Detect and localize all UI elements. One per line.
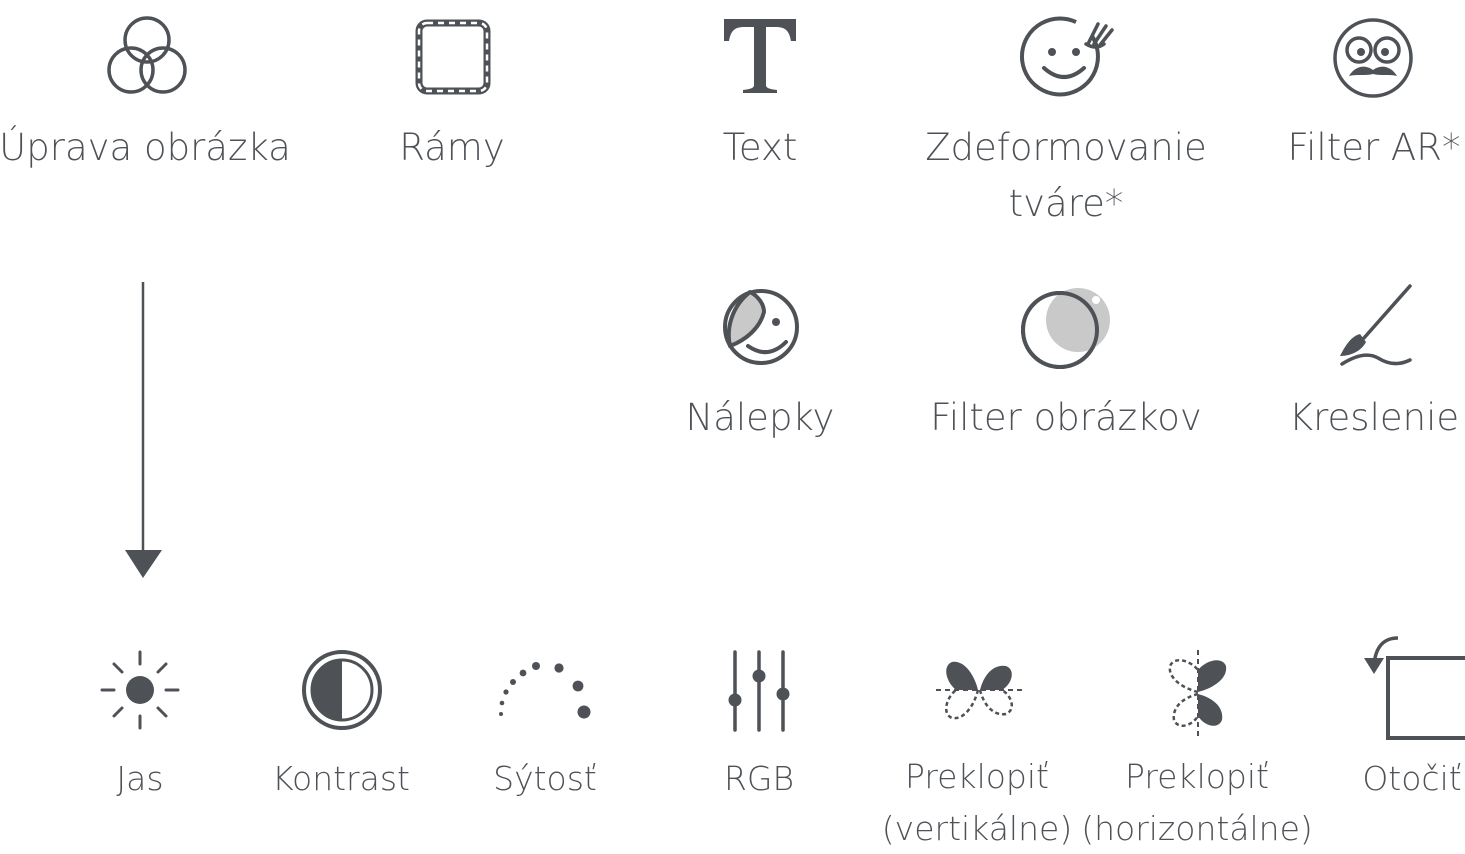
saturation-icon xyxy=(492,656,592,724)
color-circles-icon xyxy=(102,14,192,100)
frame-icon xyxy=(415,19,491,95)
flip-horizontal-label-line1: Preklopiť xyxy=(1125,757,1269,796)
contrast-label: Kontrast xyxy=(272,759,410,798)
face-warp-label-line1: Zdeformovanie xyxy=(925,126,1207,169)
saturation-label: Sýtosť xyxy=(493,759,597,798)
sun-icon xyxy=(98,648,182,732)
text-icon xyxy=(722,17,798,95)
stickers-label: Nálepky xyxy=(685,396,835,439)
flip-vertical-label-line1: Preklopiť xyxy=(905,757,1049,796)
ar-filter-label: Filter AR* xyxy=(1287,126,1461,169)
flip-horizontal-label-line2: (horizontálne) xyxy=(1081,809,1313,848)
rgb-label: RGB xyxy=(723,759,795,798)
sticker-icon xyxy=(720,286,802,368)
face-warp-label-line2: tváre* xyxy=(1008,182,1124,225)
flip-vertical-label-line2: (vertikálne) xyxy=(881,809,1073,848)
brightness-label: Jas xyxy=(116,759,164,798)
rotate-label: Otočiť xyxy=(1362,759,1462,798)
ar-filter-face-icon xyxy=(1327,14,1419,100)
image-filter-label: Filter obrázkov xyxy=(930,396,1202,439)
frames-label: Rámy xyxy=(399,126,505,169)
rgb-sliders-icon xyxy=(724,648,794,734)
rotate-icon xyxy=(1360,634,1465,742)
flip-horizontal-icon xyxy=(1158,648,1238,738)
drawing-label: Kreslenie xyxy=(1288,396,1460,439)
image-edit-label: Úprava obrázka xyxy=(0,126,291,169)
face-warp-icon xyxy=(1019,14,1115,100)
image-filter-icon xyxy=(1020,286,1114,370)
text-label: Text xyxy=(722,126,798,169)
down-arrow-icon xyxy=(124,282,164,582)
paintbrush-icon xyxy=(1334,284,1414,370)
contrast-icon xyxy=(300,648,384,732)
flip-vertical-icon xyxy=(934,650,1024,730)
